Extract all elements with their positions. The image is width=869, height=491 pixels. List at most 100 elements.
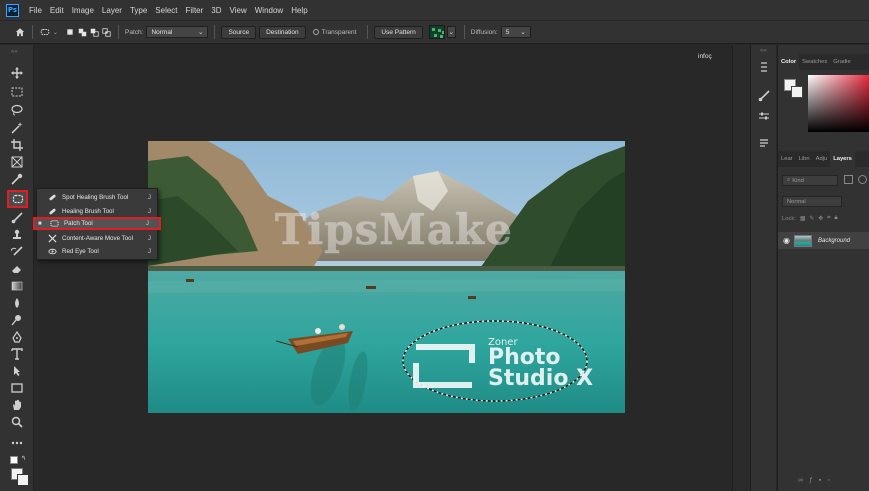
fx-icon[interactable]: ƒ (809, 477, 819, 484)
eraser-tool-icon[interactable] (9, 262, 25, 276)
menu-3d[interactable]: 3D (207, 6, 225, 15)
blend-mode-value: Normal (787, 198, 806, 205)
flyout-item-label: Red Eye Tool (62, 248, 99, 255)
swap-colors-icon[interactable]: ↰ (21, 455, 26, 462)
menu-file[interactable]: File (25, 6, 46, 15)
menu-view[interactable]: View (226, 6, 251, 15)
blend-mode-select[interactable]: Normal (782, 196, 842, 207)
layers-panel-tabs: Lear Libn Adju Layers (778, 151, 869, 167)
menu-layer[interactable]: Layer (98, 6, 126, 15)
panel-background-swatch[interactable] (791, 86, 803, 98)
grip-icon[interactable]: «« (760, 48, 767, 54)
more-tools-icon[interactable] (9, 436, 25, 450)
hand-tool-icon[interactable] (9, 398, 25, 412)
menu-help[interactable]: Help (287, 6, 311, 15)
menu-window[interactable]: Window (251, 6, 287, 15)
path-selection-tool-icon[interactable] (9, 364, 25, 378)
adjustment-filter-icon[interactable] (858, 175, 867, 184)
background-color-swatch[interactable] (17, 474, 29, 486)
tab-layers[interactable]: Layers (830, 151, 855, 167)
move-tool-icon[interactable] (9, 66, 25, 80)
clone-stamp-tool-icon[interactable] (9, 228, 25, 242)
lasso-tool-icon[interactable] (9, 103, 25, 117)
lock-pixels-icon[interactable]: ▦ (800, 216, 805, 222)
menu-edit[interactable]: Edit (46, 6, 68, 15)
logo-line-studio: Studio X (488, 366, 594, 391)
type-tool-icon[interactable] (9, 347, 25, 361)
layer-actions: ∞ƒ▪▫ (798, 477, 836, 484)
selected-bullet-icon: ■ (38, 220, 42, 227)
document-tab[interactable]: infoç (698, 50, 722, 62)
add-selection-icon[interactable] (76, 26, 88, 38)
use-pattern-button[interactable]: Use Pattern (374, 25, 423, 39)
paragraph-icon[interactable] (757, 137, 771, 151)
menu-type[interactable]: Type (126, 6, 151, 15)
tab-learn[interactable]: Lear (778, 156, 796, 162)
lock-position-icon[interactable]: ✥ (818, 216, 823, 222)
diffusion-select[interactable]: 5 ⌄ (500, 26, 531, 38)
subtract-selection-icon[interactable] (88, 26, 100, 38)
layer-kind-filter[interactable]: ⌕ Kind (782, 175, 838, 186)
flyout-item-red-eye[interactable]: Red Eye Tool J (37, 245, 157, 258)
dodge-tool-icon[interactable] (9, 313, 25, 327)
layer-row-background[interactable]: ◉ Background (778, 232, 869, 249)
menu-image[interactable]: Image (68, 6, 98, 15)
pen-tool-icon[interactable] (9, 330, 25, 344)
tab-adjustments[interactable]: Adju (813, 156, 831, 162)
eyedropper-tool-icon[interactable] (9, 172, 25, 186)
magic-wand-tool-icon[interactable] (9, 121, 25, 135)
menu-select[interactable]: Select (151, 6, 181, 15)
tab-color[interactable]: Color (778, 54, 800, 70)
brush-tool-icon[interactable] (9, 211, 25, 225)
rectangle-tool-icon[interactable] (9, 381, 25, 395)
link-icon[interactable]: ∞ (798, 477, 809, 484)
lock-row: Lock: ▦ ✎ ✥ ⌗ 🔒︎ (782, 215, 837, 222)
flyout-item-shortcut: J (147, 194, 151, 201)
transparent-radio[interactable] (312, 29, 319, 35)
source-button[interactable]: Source (221, 25, 257, 39)
visibility-eye-icon[interactable]: ◉ (783, 236, 790, 245)
transparent-toggle[interactable]: Transparent (312, 29, 360, 36)
lock-brush-icon[interactable]: ✎ (809, 216, 814, 222)
home-icon[interactable] (14, 26, 26, 38)
menu-filter[interactable]: Filter (182, 6, 208, 15)
flyout-item-spot-healing[interactable]: Spot Healing Brush Tool J (37, 191, 157, 204)
patch-preset-icon[interactable] (39, 26, 51, 38)
ps-logo: Ps (6, 3, 19, 17)
intersect-selection-icon[interactable] (100, 26, 112, 38)
adjustments-icon[interactable] (757, 109, 771, 123)
destination-button[interactable]: Destination (259, 25, 306, 39)
tab-gradients[interactable]: Gradie (830, 59, 853, 65)
image-filter-icon[interactable] (844, 175, 853, 184)
blur-tool-icon[interactable] (9, 296, 25, 310)
history-panel-icon[interactable] (757, 60, 771, 74)
gradient-tool-icon[interactable] (9, 279, 25, 293)
default-colors-icon[interactable] (10, 456, 18, 464)
red-eye-icon (47, 247, 57, 257)
layer-thumbnail (793, 234, 812, 247)
preset-chevron-icon[interactable]: ⌄ (53, 29, 58, 36)
history-brush-tool-icon[interactable] (9, 245, 25, 259)
flyout-item-patch-tool[interactable]: ■ Patch Tool J (33, 217, 161, 230)
right-panels: Color Swatches Gradie Lear Libn Adju Lay… (777, 45, 869, 491)
chevron-down-icon: ⌄ (198, 29, 204, 36)
grip-icon[interactable]: «« (11, 49, 18, 55)
crop-tool-icon[interactable] (9, 138, 25, 152)
pattern-dropdown[interactable]: ⌄ (446, 26, 456, 38)
tab-swatches[interactable]: Swatches (799, 59, 830, 65)
frame-tool-icon[interactable] (9, 155, 25, 169)
marquee-tool-icon[interactable] (9, 85, 25, 99)
zoom-tool-icon[interactable] (9, 415, 25, 429)
color-picker-field[interactable] (808, 75, 869, 132)
patch-tool-icon[interactable] (7, 190, 28, 208)
pattern-picker[interactable] (428, 25, 445, 39)
lock-artboard-icon[interactable]: ⌗ (827, 215, 830, 222)
tab-libraries[interactable]: Libn (796, 156, 813, 162)
flyout-item-content-aware-move[interactable]: Content-Aware Move Tool J (37, 232, 157, 245)
brush-settings-icon[interactable] (757, 89, 771, 103)
new-selection-icon[interactable] (64, 26, 76, 38)
patch-mode-select[interactable]: Normal ⌄ (146, 26, 209, 38)
delete-icon[interactable]: ▫ (827, 477, 835, 484)
watermark-text: TipsMake (275, 205, 513, 255)
lock-all-icon[interactable]: 🔒︎ (834, 215, 837, 222)
